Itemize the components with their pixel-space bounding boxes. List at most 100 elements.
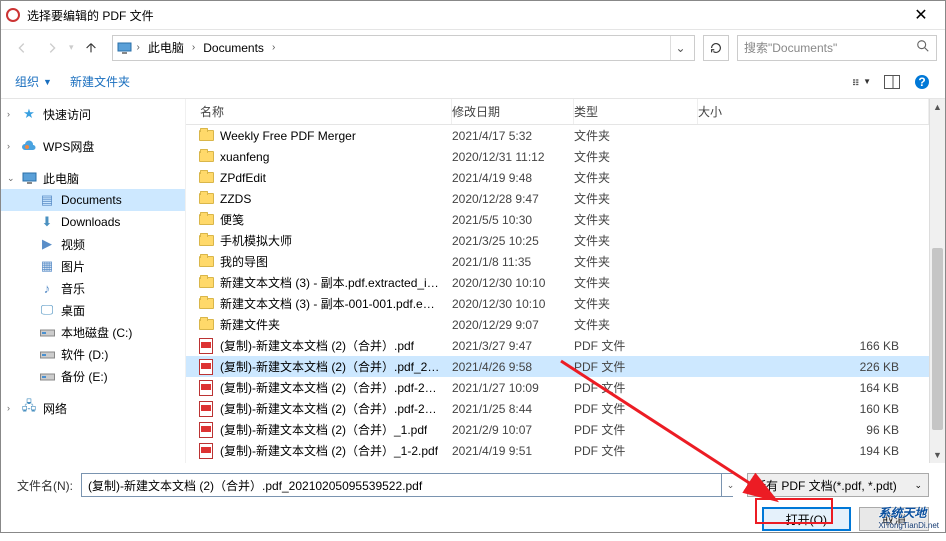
- file-list[interactable]: Weekly Free PDF Merger2021/4/17 5:32文件夹x…: [186, 125, 945, 463]
- file-filter-select[interactable]: 所有 PDF 文档(*.pdf, *.pdt)⌄: [747, 473, 929, 497]
- window-title: 选择要编辑的 PDF 文件: [27, 7, 901, 24]
- drive-icon: [39, 324, 55, 340]
- file-name: (复制)-新建文本文档 (2)（合并）.pdf: [220, 337, 414, 354]
- column-name[interactable]: 名称: [186, 99, 452, 124]
- sidebar-item-desktop[interactable]: 🖵桌面: [1, 299, 185, 321]
- scrollbar-vertical[interactable]: ▲ ▼: [929, 99, 945, 463]
- search-input[interactable]: 搜索"Documents": [737, 35, 937, 61]
- file-size: 164 KB: [698, 381, 929, 395]
- file-name: 便笺: [220, 211, 244, 228]
- file-row[interactable]: 新建文本文档 (3) - 副本.pdf.extracted_i…2020/12/…: [186, 272, 945, 293]
- scroll-up-button[interactable]: ▲: [930, 99, 945, 115]
- file-date: 2020/12/31 11:12: [452, 150, 574, 164]
- column-type[interactable]: 类型: [574, 99, 698, 124]
- sidebar-item-documents[interactable]: ▤Documents: [1, 189, 185, 211]
- file-date: 2021/3/27 9:47: [452, 339, 574, 353]
- drive-icon: [39, 368, 55, 384]
- file-size: 96 KB: [698, 423, 929, 437]
- file-size: 194 KB: [698, 444, 929, 458]
- filename-label: 文件名(N):: [17, 477, 73, 494]
- folder-icon: [198, 275, 214, 291]
- pdf-icon: [198, 401, 214, 417]
- star-icon: ★: [21, 106, 37, 122]
- nav-history-dropdown[interactable]: ▾: [69, 42, 74, 53]
- file-type: 文件夹: [574, 169, 698, 186]
- folder-icon: [198, 317, 214, 333]
- search-icon[interactable]: [916, 39, 930, 56]
- file-row[interactable]: Weekly Free PDF Merger2021/4/17 5:32文件夹: [186, 125, 945, 146]
- file-name: Weekly Free PDF Merger: [220, 129, 356, 143]
- close-button[interactable]: ✕: [901, 1, 941, 29]
- file-row[interactable]: 手机模拟大师2021/3/25 10:25文件夹: [186, 230, 945, 251]
- file-date: 2020/12/29 9:07: [452, 318, 574, 332]
- file-row[interactable]: 便笺 2021/5/5 10:30文件夹: [186, 209, 945, 230]
- search-placeholder: 搜索"Documents": [744, 39, 837, 56]
- sidebar-item-localc[interactable]: 本地磁盘 (C:): [1, 321, 185, 343]
- open-button[interactable]: 打开(O): [762, 507, 851, 531]
- nav-up-button[interactable]: [78, 35, 104, 61]
- organize-menu[interactable]: 组织: [15, 73, 39, 90]
- scroll-thumb[interactable]: [932, 248, 943, 431]
- file-date: 2021/5/5 10:30: [452, 213, 574, 227]
- breadcrumb-dropdown[interactable]: ⌄: [670, 36, 690, 60]
- pictures-icon: ▦: [39, 258, 55, 274]
- filename-input[interactable]: [81, 473, 733, 497]
- scroll-down-button[interactable]: ▼: [930, 447, 945, 463]
- sidebar-item-videos[interactable]: ▶视频: [1, 233, 185, 255]
- file-row[interactable]: (复制)-新建文本文档 (2)（合并）.pdf2021/3/27 9:47PDF…: [186, 335, 945, 356]
- sidebar-item-quick[interactable]: ›★快速访问: [1, 103, 185, 125]
- file-date: 2021/4/26 9:58: [452, 360, 574, 374]
- file-row[interactable]: (复制)-新建文本文档 (2)（合并）.pdf-2…2021/1/27 10:0…: [186, 377, 945, 398]
- sidebar-item-backupe[interactable]: 备份 (E:): [1, 365, 185, 387]
- file-name: 手机模拟大师: [220, 232, 292, 249]
- file-row[interactable]: 新建文本文档 (3) - 副本-001-001.pdf.e…2020/12/30…: [186, 293, 945, 314]
- sidebar-item-network[interactable]: ›🖧网络: [1, 397, 185, 419]
- folder-icon: [198, 254, 214, 270]
- new-folder-button[interactable]: 新建文件夹: [70, 73, 130, 90]
- file-row[interactable]: (复制)-新建文本文档 (2)（合并）_1-2.pdf2021/4/19 9:5…: [186, 440, 945, 461]
- breadcrumb-folder[interactable]: Documents: [199, 41, 268, 55]
- file-row[interactable]: (复制)-新建文本文档 (2)（合并）_1.pdf2021/2/9 10:07P…: [186, 419, 945, 440]
- preview-pane-button[interactable]: [883, 73, 901, 91]
- chevron-right-icon: ›: [270, 42, 277, 53]
- watermark: 系统天地 XiTongTianDi.net: [878, 504, 939, 530]
- breadcrumb-thispc[interactable]: 此电脑: [144, 39, 188, 56]
- sidebar-item-thispc[interactable]: ⌄此电脑: [1, 167, 185, 189]
- breadcrumb[interactable]: › 此电脑 › Documents › ⌄: [112, 35, 695, 61]
- file-name: (复制)-新建文本文档 (2)（合并）_1-2.pdf: [220, 442, 438, 459]
- sidebar-item-pictures[interactable]: ▦图片: [1, 255, 185, 277]
- nav-back-button[interactable]: [9, 35, 35, 61]
- file-row[interactable]: 新建文件夹2020/12/29 9:07文件夹: [186, 314, 945, 335]
- nav-forward-button[interactable]: [39, 35, 65, 61]
- file-row[interactable]: xuanfeng2020/12/31 11:12文件夹: [186, 146, 945, 167]
- file-row[interactable]: (复制)-新建文本文档 (2)（合并）.pdf-2…2021/1/25 8:44…: [186, 398, 945, 419]
- file-name: (复制)-新建文本文档 (2)（合并）.pdf-2…: [220, 379, 437, 396]
- sidebar-item-softd[interactable]: 软件 (D:): [1, 343, 185, 365]
- filename-dropdown[interactable]: ⌄: [721, 474, 739, 496]
- sidebar-item-wps[interactable]: ›WPS网盘: [1, 135, 185, 157]
- dropdown-icon[interactable]: ▼: [43, 77, 52, 87]
- file-row[interactable]: ZZDS2020/12/28 9:47文件夹: [186, 188, 945, 209]
- file-row[interactable]: 我的导图2021/1/8 11:35文件夹: [186, 251, 945, 272]
- column-date[interactable]: 修改日期: [452, 99, 574, 124]
- file-type: PDF 文件: [574, 358, 698, 375]
- file-name: 新建文本文档 (3) - 副本-001-001.pdf.e…: [220, 295, 435, 312]
- sidebar-item-downloads[interactable]: ⬇Downloads: [1, 211, 185, 233]
- file-type: 文件夹: [574, 148, 698, 165]
- folder-icon: [198, 149, 214, 165]
- sidebar-item-music[interactable]: ♪音乐: [1, 277, 185, 299]
- refresh-button[interactable]: [703, 35, 729, 61]
- file-row[interactable]: (复制)-新建文本文档 (2)（合并）.pdf_2…2021/4/26 9:58…: [186, 356, 945, 377]
- pc-icon: [117, 40, 133, 56]
- file-type: PDF 文件: [574, 400, 698, 417]
- cloud-icon: [21, 138, 37, 154]
- column-size[interactable]: 大小: [698, 99, 929, 124]
- file-date: 2020/12/30 10:10: [452, 276, 574, 290]
- file-type: PDF 文件: [574, 379, 698, 396]
- downloads-icon: ⬇: [39, 214, 55, 230]
- chevron-right-icon: ›: [190, 42, 197, 53]
- help-button[interactable]: ?: [913, 73, 931, 91]
- file-type: 文件夹: [574, 211, 698, 228]
- view-options-button[interactable]: ▼: [853, 73, 871, 91]
- file-row[interactable]: ZPdfEdit2021/4/19 9:48文件夹: [186, 167, 945, 188]
